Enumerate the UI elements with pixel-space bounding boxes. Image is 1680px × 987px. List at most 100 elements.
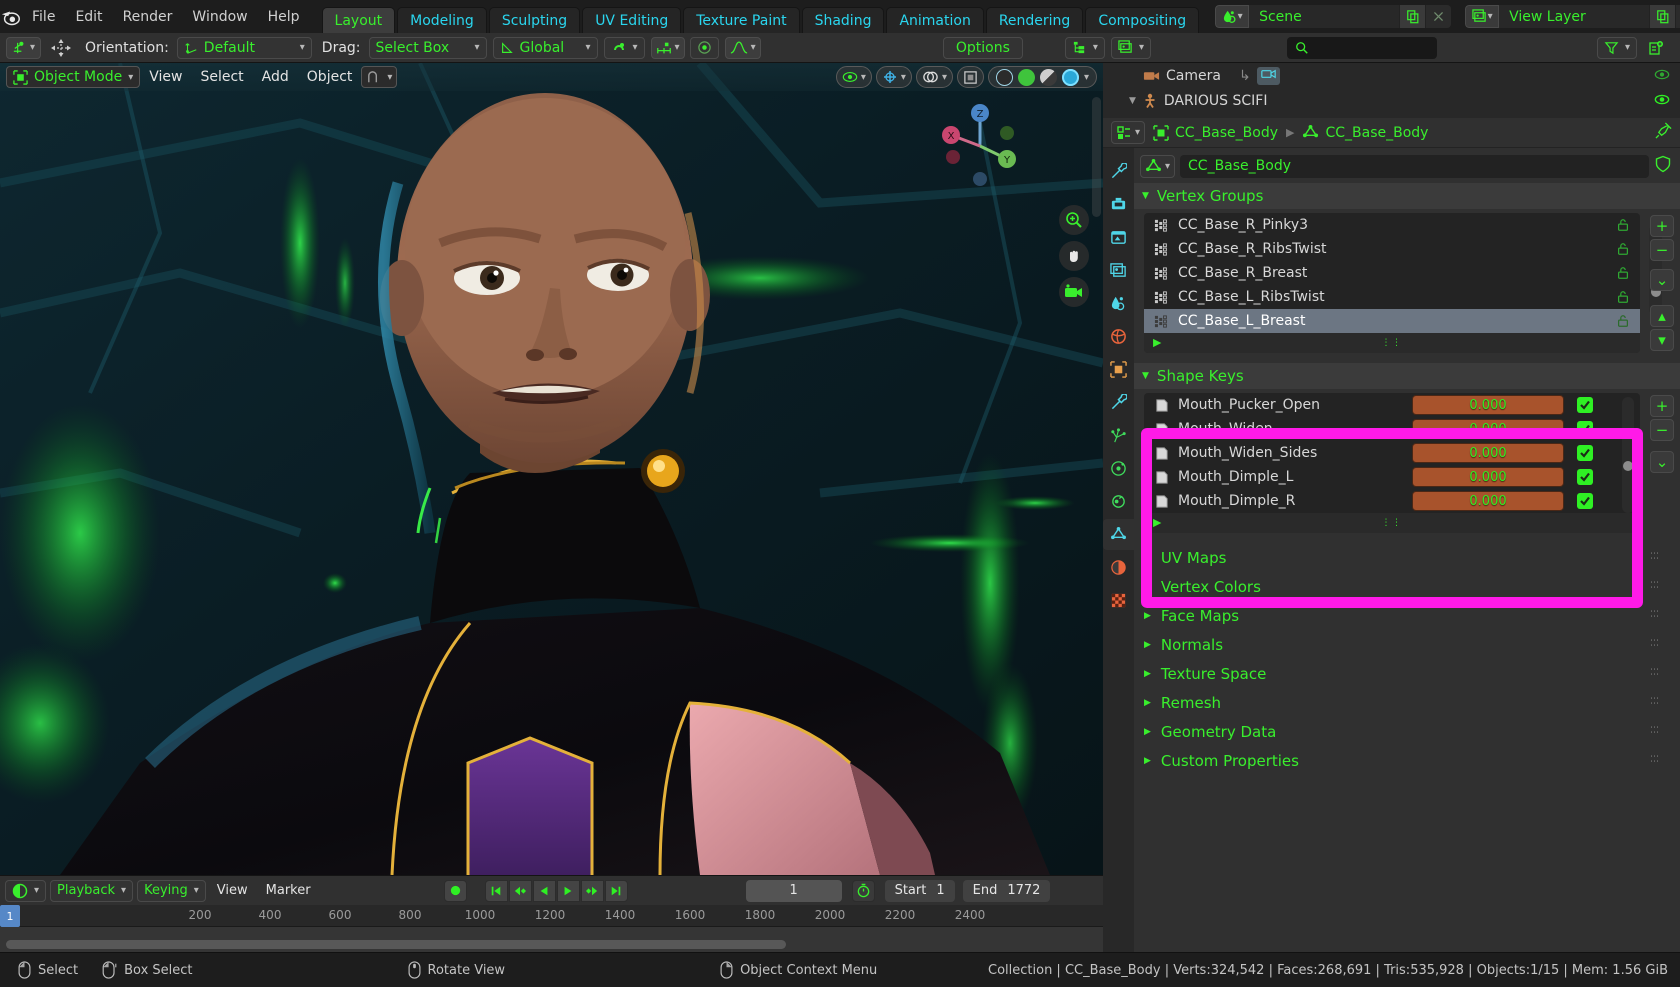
shape-key-enable-checkbox[interactable] xyxy=(1577,469,1593,485)
properties-tab-modifiers[interactable] xyxy=(1103,387,1134,418)
properties-tab-material[interactable] xyxy=(1103,552,1134,583)
current-frame-field[interactable]: 1 xyxy=(745,879,842,902)
timeline-menu-view[interactable]: View xyxy=(210,883,255,898)
vertex-groups-list-footer[interactable]: ▼ ⋮⋮ xyxy=(1144,333,1640,353)
viewport-menu-add[interactable]: Add xyxy=(253,66,298,88)
vertex-group-lock-icon[interactable] xyxy=(1616,242,1630,260)
play-button[interactable] xyxy=(556,879,580,902)
shape-key-row[interactable]: Mouth_Pucker_Open 0.000 xyxy=(1144,393,1640,417)
mesh-data-name-field[interactable]: CC_Base_Body xyxy=(1180,154,1649,178)
properties-tab-particles[interactable] xyxy=(1103,420,1134,451)
shape-key-value-slider[interactable]: 0.000 xyxy=(1412,443,1564,463)
scene-name[interactable]: Scene xyxy=(1249,5,1400,28)
timeline-ruler[interactable]: 1 200 400 600 800 1000 1200 1400 1600 18… xyxy=(0,905,1103,927)
next-keyframe-button[interactable] xyxy=(580,879,604,902)
shading-mode-group[interactable]: ▾ xyxy=(987,66,1097,88)
vertex-group-row[interactable]: CC_Base_L_RibsTwist xyxy=(1144,285,1640,309)
remove-shape-key-button[interactable]: − xyxy=(1650,419,1674,441)
properties-editor-type-icon[interactable]: ▾ xyxy=(1111,121,1146,144)
camera-data-icon[interactable] xyxy=(1256,66,1280,85)
play-reverse-button[interactable] xyxy=(532,879,556,902)
overlays-toggle[interactable]: ▾ xyxy=(915,66,953,88)
workspace-tab-compositing[interactable]: Compositing xyxy=(1085,7,1200,33)
breadcrumb-object[interactable]: CC_Base_Body xyxy=(1153,125,1278,141)
panel-header-uv-maps[interactable]: ▶ UV Maps ⋯⋯ xyxy=(1134,543,1680,572)
workspace-tab-modeling[interactable]: Modeling xyxy=(397,7,487,33)
add-vertex-group-button[interactable]: + xyxy=(1650,215,1674,237)
outliner-display-mode-icon[interactable]: ▾ xyxy=(1064,36,1105,59)
workspace-tab-sculpting[interactable]: Sculpting xyxy=(488,7,581,33)
auto-keying-toggle[interactable] xyxy=(851,879,875,902)
menu-render[interactable]: Render xyxy=(113,0,183,33)
shape-key-value-slider[interactable]: 0.000 xyxy=(1412,467,1564,487)
pin-icon[interactable] xyxy=(1655,122,1672,143)
timeline-horizontal-scrollbar[interactable] xyxy=(6,940,786,949)
properties-tab-output[interactable] xyxy=(1103,222,1134,253)
shape-key-enable-checkbox[interactable] xyxy=(1577,397,1593,413)
falloff-curve-icon[interactable]: ▾ xyxy=(724,36,761,59)
3d-viewport[interactable]: Object Mode ▾ View Select Add Object ▾ ▾… xyxy=(0,63,1103,875)
frame-start-field[interactable]: Start 1 xyxy=(884,879,955,902)
prev-keyframe-button[interactable] xyxy=(508,879,532,902)
move-vertex-group-up-button[interactable]: ▴ xyxy=(1650,305,1674,327)
new-collection-icon[interactable] xyxy=(1643,37,1669,59)
menu-file[interactable]: File xyxy=(22,0,65,33)
remove-vertex-group-button[interactable]: − xyxy=(1650,239,1674,261)
zoom-icon[interactable] xyxy=(1059,205,1089,235)
view-layer-unlink-icon[interactable] xyxy=(1675,5,1680,28)
panel-header-shape-keys[interactable]: ▼ Shape Keys xyxy=(1134,363,1680,389)
resize-grip-icon[interactable]: ⋮⋮ xyxy=(1382,518,1403,528)
properties-tab-texture[interactable] xyxy=(1103,585,1134,616)
properties-tab-object[interactable] xyxy=(1103,354,1134,385)
transform-mode-icon[interactable]: ▾ xyxy=(361,66,398,88)
scene-unlink-icon[interactable] xyxy=(1425,5,1452,28)
panel-header-texture-space[interactable]: ▶ Texture Space ⋯⋯ xyxy=(1134,659,1680,688)
expand-specials-icon[interactable]: ▼ xyxy=(1151,519,1163,527)
scene-new-icon[interactable] xyxy=(1399,5,1426,28)
shape-key-enable-checkbox[interactable] xyxy=(1577,445,1593,461)
shape-key-row[interactable]: Mouth_Dimple_R 0.000 xyxy=(1144,489,1640,513)
shape-key-value-slider[interactable]: 0.000 xyxy=(1412,419,1564,439)
outliner-editor[interactable]: Camera ↳ ▼ DARIOUS SCIFI xyxy=(1103,63,1680,118)
properties-tab-view-layer[interactable] xyxy=(1103,255,1134,286)
transform-orientation-dropdown[interactable]: Global ▾ xyxy=(492,36,598,59)
panel-header-normals[interactable]: ▶ Normals ⋯⋯ xyxy=(1134,630,1680,659)
menu-edit[interactable]: Edit xyxy=(65,0,112,33)
timeline-playhead[interactable]: 1 xyxy=(0,905,20,927)
shading-wireframe-icon[interactable] xyxy=(995,68,1013,86)
vertex-group-specials-button[interactable]: ⌄ xyxy=(1650,269,1674,291)
snap-target-icon[interactable]: ▾ xyxy=(650,36,685,59)
panel-header-remesh[interactable]: ▶ Remesh ⋯⋯ xyxy=(1134,688,1680,717)
vertex-group-lock-icon[interactable] xyxy=(1616,290,1630,308)
keying-dropdown[interactable]: Keying ▾ xyxy=(137,879,206,902)
vertex-group-lock-icon[interactable] xyxy=(1616,314,1630,332)
record-icon[interactable] xyxy=(443,879,467,902)
shape-keys-scrollbar[interactable] xyxy=(1622,397,1634,513)
shape-keys-list-footer[interactable]: ▼ ⋮⋮ xyxy=(1144,513,1640,533)
camera-view-icon[interactable] xyxy=(1059,277,1089,307)
timeline-editor-type-icon[interactable]: ▾ xyxy=(5,879,47,902)
frame-end-field[interactable]: End 1772 xyxy=(962,879,1051,902)
menu-window[interactable]: Window xyxy=(182,0,257,33)
view-layer-new-icon[interactable] xyxy=(1649,5,1676,28)
workspace-tab-layout[interactable]: Layout xyxy=(321,7,396,33)
funnel-icon[interactable]: ▾ xyxy=(1596,36,1637,59)
move-vertex-group-down-button[interactable]: ▾ xyxy=(1650,329,1674,351)
outliner-visibility-eye-icon[interactable] xyxy=(1654,93,1670,110)
properties-tab-world[interactable] xyxy=(1103,321,1134,352)
panel-header-custom-properties[interactable]: ▶ Custom Properties ⋯⋯ xyxy=(1134,746,1680,775)
workspace-tab-texture-paint[interactable]: Texture Paint xyxy=(683,7,800,33)
timeline-menu-marker[interactable]: Marker xyxy=(259,883,318,898)
object-visibility-dropdown[interactable]: ▾ xyxy=(835,66,872,88)
xray-toggle[interactable] xyxy=(956,66,984,88)
drag-dropdown[interactable]: Select Box ▾ xyxy=(368,36,487,59)
blender-logo-icon[interactable] xyxy=(0,0,22,33)
shape-key-enable-checkbox[interactable] xyxy=(1577,493,1593,509)
pan-hand-icon[interactable] xyxy=(1059,241,1089,271)
viewport-menu-view[interactable]: View xyxy=(140,66,191,88)
workspace-tab-animation[interactable]: Animation xyxy=(886,7,984,33)
properties-tab-render[interactable] xyxy=(1103,189,1134,220)
outliner-row-camera[interactable]: Camera ↳ xyxy=(1103,63,1680,88)
shading-solid-icon[interactable] xyxy=(1017,68,1035,86)
panel-header-vertex-colors[interactable]: ▶ Vertex Colors ⋯⋯ xyxy=(1134,572,1680,601)
